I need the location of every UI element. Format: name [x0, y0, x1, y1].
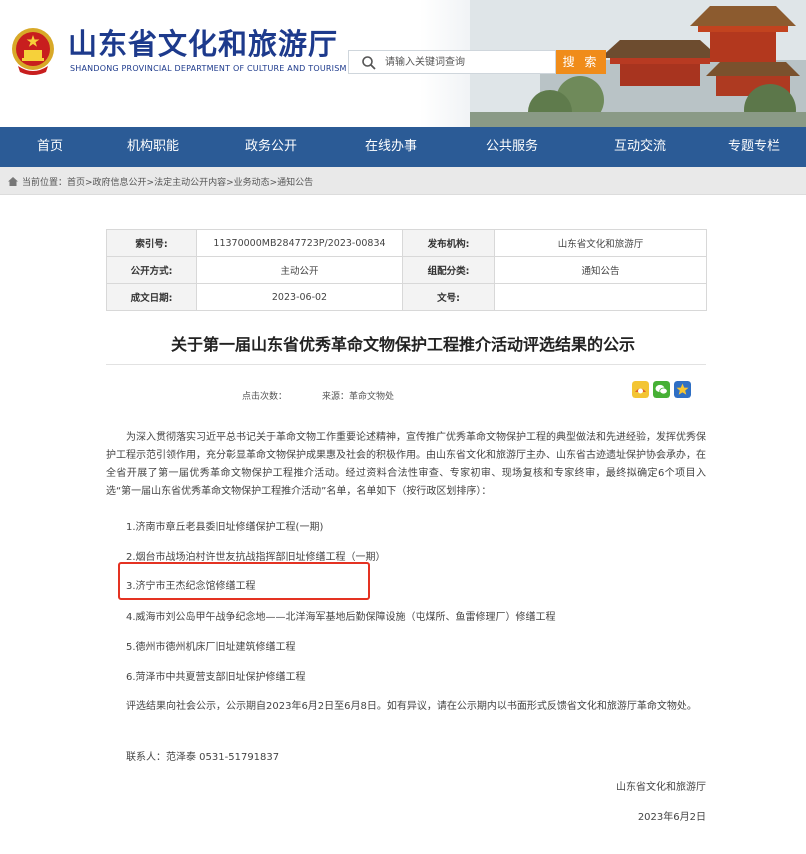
title-divider	[106, 364, 706, 365]
share-qzone-icon[interactable]	[632, 381, 649, 398]
meta-date-label: 成文日期:	[106, 283, 197, 311]
list-item: 2.烟台市战场泊村许世友抗战指挥部旧址修缮工程（一期）	[126, 552, 386, 563]
meta-publisher-value: 山东省文化和旅游厅	[494, 229, 707, 257]
source-value: 革命文物处	[349, 392, 395, 402]
article-closing: 评选结果向社会公示，公示期自2023年6月2日至6月8日。如有异议，请在公示期内…	[126, 701, 697, 712]
nav-item-home[interactable]: 首页	[0, 127, 100, 167]
article-contact: 联系人：范泽泰 0531-51791837	[126, 752, 280, 763]
list-item: 5.德州市德州机床厂旧址建筑修缮工程	[126, 642, 296, 653]
list-item: 1.济南市章丘老县委旧址修缮保护工程(一期)	[126, 522, 324, 533]
meta-publisher-label: 发布机构:	[402, 229, 495, 257]
nav-item-online-service[interactable]: 在线办事	[336, 127, 446, 167]
national-emblem-icon	[12, 28, 54, 75]
site-header: 山东省文化和旅游厅 SHANDONG PROVINCIAL DEPARTMENT…	[0, 0, 806, 127]
nav-item-public-service[interactable]: 公共服务	[446, 127, 578, 167]
search-box	[348, 50, 556, 74]
meta-category-value: 通知公告	[494, 256, 707, 284]
article-intro: 为深入贯彻落实习近平总书记关于革命文物工作重要论述精神，宣传推广优秀革命文物保护…	[106, 432, 706, 497]
breadcrumb-text[interactable]: 当前位置：首页>政府信息公开>法定主动公开内容>业务动态>通知公告	[22, 175, 313, 188]
source-label: 来源：	[322, 392, 350, 402]
meta-open-label: 公开方式:	[106, 256, 197, 284]
meta-date-value: 2023-06-02	[196, 283, 403, 311]
nav-item-org[interactable]: 机构职能	[100, 127, 206, 167]
search-icon	[362, 56, 376, 70]
nav-item-topics[interactable]: 专题专栏	[702, 127, 806, 167]
document-meta-table: 索引号: 11370000MB2847723P/2023-00834 发布机构:…	[106, 229, 707, 311]
share-wechat-icon[interactable]	[653, 381, 670, 398]
breadcrumb-path[interactable]: 首页>政府信息公开>法定主动公开内容>业务动态>通知公告	[67, 178, 313, 188]
list-item: 6.菏泽市中共夏营支部旧址保护修缮工程	[126, 672, 306, 683]
meta-docno-value	[494, 283, 707, 311]
meta-category-label: 组配分类:	[402, 256, 495, 284]
favorite-star-icon[interactable]	[674, 381, 691, 398]
site-subtitle: SHANDONG PROVINCIAL DEPARTMENT OF CULTUR…	[70, 64, 347, 73]
meta-open-value: 主动公开	[196, 256, 403, 284]
main-nav: 首页 机构职能 政务公开 在线办事 公共服务 互动交流 专题专栏	[0, 127, 806, 167]
nav-item-interaction[interactable]: 互动交流	[578, 127, 702, 167]
search-button[interactable]: 搜 索	[556, 50, 606, 74]
article-sign-date: 2023年6月2日	[637, 812, 706, 823]
page: 山东省文化和旅游厅 SHANDONG PROVINCIAL DEPARTMENT…	[0, 0, 806, 854]
site-title[interactable]: 山东省文化和旅游厅	[68, 26, 338, 62]
article-source: 来源：革命文物处	[322, 389, 394, 402]
view-count-label: 点击次数：	[242, 392, 288, 402]
meta-docno-label: 文号:	[402, 283, 495, 311]
article-signer: 山东省文化和旅游厅	[616, 782, 706, 793]
search-input[interactable]	[385, 54, 549, 71]
breadcrumb-label: 当前位置：	[22, 178, 68, 188]
meta-index-value: 11370000MB2847723P/2023-00834	[196, 229, 403, 257]
home-icon	[8, 177, 18, 186]
highlight-box	[118, 562, 370, 600]
breadcrumb: 当前位置：首页>政府信息公开>法定主动公开内容>业务动态>通知公告	[0, 167, 806, 195]
meta-index-label: 索引号:	[106, 229, 197, 257]
nav-item-gov-open[interactable]: 政务公开	[206, 127, 336, 167]
list-item: 4.威海市刘公岛甲午战争纪念地——北洋海军基地后勤保障设施（屯煤所、鱼雷修理厂）…	[126, 612, 556, 623]
article-title: 关于第一届山东省优秀革命文物保护工程推介活动评选结果的公示	[170, 335, 635, 354]
